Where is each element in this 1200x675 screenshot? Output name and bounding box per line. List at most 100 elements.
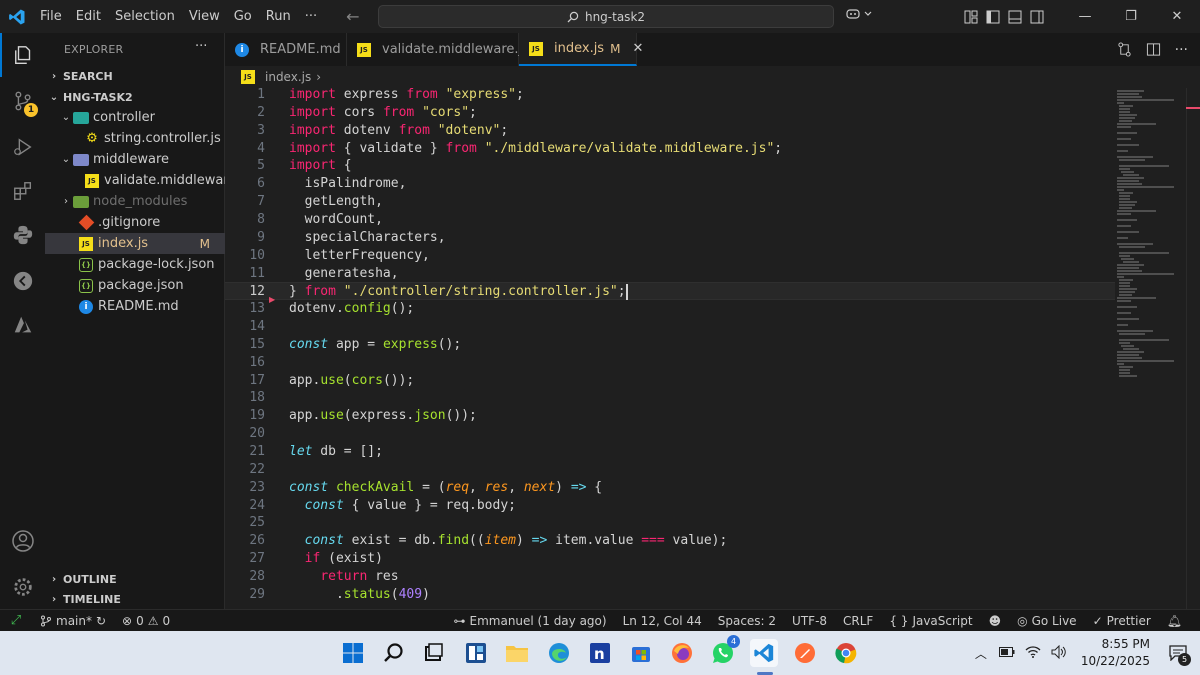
tree-file-package-json[interactable]: {} package.json (45, 275, 225, 296)
back-arrow-icon[interactable]: ← (346, 7, 359, 26)
chrome-icon[interactable] (832, 639, 860, 667)
code-line[interactable]: 3 import dotenv from "dotenv"; (225, 122, 1115, 140)
outline-section[interactable]: › OUTLINE (45, 569, 225, 589)
show-hidden-icons-chevron-up-icon[interactable]: ︿ (975, 645, 987, 662)
source-control-icon[interactable]: 1 (0, 79, 45, 123)
toggle-secondary-sidebar-icon[interactable] (1026, 0, 1048, 33)
firefox-icon[interactable] (668, 639, 696, 667)
status-golive[interactable]: ◎ Go Live (1009, 614, 1084, 628)
more-actions-icon[interactable]: ··· (1175, 42, 1188, 61)
status-encoding[interactable]: UTF-8 (784, 614, 835, 628)
menu-selection[interactable]: Selection (108, 0, 182, 33)
code-line[interactable]: 4 import { validate } from "./middleware/… (225, 140, 1115, 158)
microsoft-store-icon[interactable] (627, 639, 655, 667)
taskbar-search-icon[interactable] (380, 639, 408, 667)
menu-go[interactable]: Go (227, 0, 259, 33)
code-line[interactable]: 23 const checkAvail = (req, res, next) =>… (225, 479, 1115, 497)
status-language[interactable]: { } JavaScript (881, 614, 980, 628)
close-tab-icon[interactable]: ✕ (632, 41, 643, 56)
toggle-primary-sidebar-icon[interactable] (982, 0, 1004, 33)
task-view-icon[interactable] (420, 639, 448, 667)
tree-file-index[interactable]: JS index.js M (45, 233, 225, 254)
breadcrumb-file[interactable]: index.js (265, 70, 311, 84)
tree-file-package-lock[interactable]: {} package-lock.json (45, 254, 225, 275)
menu-file[interactable]: File (33, 0, 69, 33)
tree-folder-controller[interactable]: ⌄ controller (45, 107, 225, 128)
restore-icon[interactable]: ❐ (1108, 0, 1154, 33)
copilot-status-icon[interactable]: ☻ (981, 614, 1010, 628)
tree-folder-node-modules[interactable]: › node_modules (45, 191, 225, 212)
accounts-icon[interactable] (0, 519, 45, 563)
tree-file-validate-middleware[interactable]: JS validate.middleware.js (45, 170, 225, 191)
editor-scrollbar[interactable] (1186, 88, 1200, 609)
timeline-section[interactable]: › TIMELINE (45, 589, 225, 609)
whatsapp-icon[interactable]: 4 (709, 635, 740, 667)
tab-validate-middleware[interactable]: JS validate.middleware.js (347, 33, 529, 66)
close-window-icon[interactable]: ✕ (1154, 0, 1200, 33)
code-line[interactable]: 28 return res (225, 568, 1115, 586)
code-line[interactable]: 8 wordCount, (225, 211, 1115, 229)
code-line[interactable]: 25 (225, 514, 1115, 532)
python-icon[interactable] (0, 213, 45, 257)
code-line[interactable]: 2 import cors from "cors"; (225, 104, 1115, 122)
tree-file-string-controller[interactable]: ⚙ string.controller.js (45, 128, 225, 149)
status-prettier[interactable]: ✓ Prettier (1085, 614, 1159, 628)
code-line[interactable]: 29 .status(409) (225, 586, 1115, 604)
battery-icon[interactable] (998, 646, 1015, 660)
toggle-panel-icon[interactable] (1004, 0, 1026, 33)
split-editor-icon[interactable] (1146, 42, 1161, 61)
status-blame[interactable]: ⊶ Emmanuel (1 day ago) (446, 614, 615, 628)
explorer-more-icon[interactable]: ··· (195, 39, 207, 54)
code-line[interactable]: 18 (225, 389, 1115, 407)
status-indent[interactable]: Spaces: 2 (710, 614, 784, 628)
tab-index[interactable]: JS index.js M ✕ (519, 33, 643, 66)
menu-run[interactable]: Run (259, 0, 298, 33)
minimap[interactable] (1113, 88, 1185, 388)
remote-indicator-icon[interactable]: ⤢ (0, 610, 32, 632)
code-line[interactable]: 15 const app = express(); (225, 336, 1115, 354)
edge-browser-icon[interactable] (545, 639, 573, 667)
code-line[interactable]: 22 (225, 461, 1115, 479)
code-line[interactable]: 26 const exist = db.find((item) => item.… (225, 532, 1115, 550)
status-branch[interactable]: main* ↻ (32, 614, 114, 628)
code-line[interactable]: 6 isPalindrome, (225, 175, 1115, 193)
status-position[interactable]: Ln 12, Col 44 (615, 614, 710, 628)
notifications-bell-icon[interactable]: 🔔︎ (1159, 614, 1190, 628)
open-changes-icon[interactable] (1117, 42, 1132, 61)
tree-file-gitignore[interactable]: .gitignore (45, 212, 225, 233)
postman-icon[interactable] (791, 639, 819, 667)
code-line[interactable]: 21 let db = []; (225, 443, 1115, 461)
tab-readme[interactable]: i README.md (225, 33, 347, 66)
azure-icon[interactable] (0, 303, 45, 347)
remote-explorer-icon[interactable] (0, 259, 45, 303)
code-line[interactable]: 27 if (exist) (225, 550, 1115, 568)
volume-icon[interactable] (1051, 644, 1067, 662)
code-line[interactable]: 13 dotenv.config(); (225, 300, 1115, 318)
code-line[interactable]: 1 import express from "express"; (225, 88, 1115, 104)
sync-icon[interactable]: ↻ (96, 614, 106, 628)
code-line[interactable]: 5 import { (225, 157, 1115, 175)
notion-icon[interactable]: n (586, 639, 614, 667)
system-clock[interactable]: 8:55 PM 10/22/2025 (1081, 636, 1150, 670)
copilot-icon[interactable] (846, 7, 874, 25)
code-line[interactable]: 20 (225, 425, 1115, 443)
extensions-icon[interactable] (0, 169, 45, 213)
code-line[interactable]: 17 app.use(cors()); (225, 372, 1115, 390)
run-debug-icon[interactable] (0, 125, 45, 169)
menu-view[interactable]: View (182, 0, 227, 33)
code-line[interactable]: 14 (225, 318, 1115, 336)
tree-file-readme[interactable]: i README.md (45, 296, 225, 317)
code-line[interactable]: 9 specialCharacters, (225, 229, 1115, 247)
tree-folder-middleware[interactable]: ⌄ middleware (45, 149, 225, 170)
code-line[interactable]: 11 generatesha, (225, 265, 1115, 283)
menu-more[interactable]: ··· (298, 0, 324, 33)
vscode-taskbar-icon[interactable] (750, 639, 778, 667)
code-line[interactable]: 12} from "./controller/string.controller… (225, 282, 1115, 301)
customize-layout-icon[interactable] (960, 0, 982, 33)
code-line[interactable]: 10 letterFrequency, (225, 247, 1115, 265)
explorer-icon[interactable] (0, 33, 45, 77)
minimize-icon[interactable]: — (1062, 0, 1108, 33)
code-editor[interactable]: 1 import express from "express"; 2 import c… (225, 88, 1200, 609)
search-section[interactable]: › SEARCH (45, 66, 225, 86)
command-center-search[interactable]: hng-task2 (378, 5, 834, 28)
